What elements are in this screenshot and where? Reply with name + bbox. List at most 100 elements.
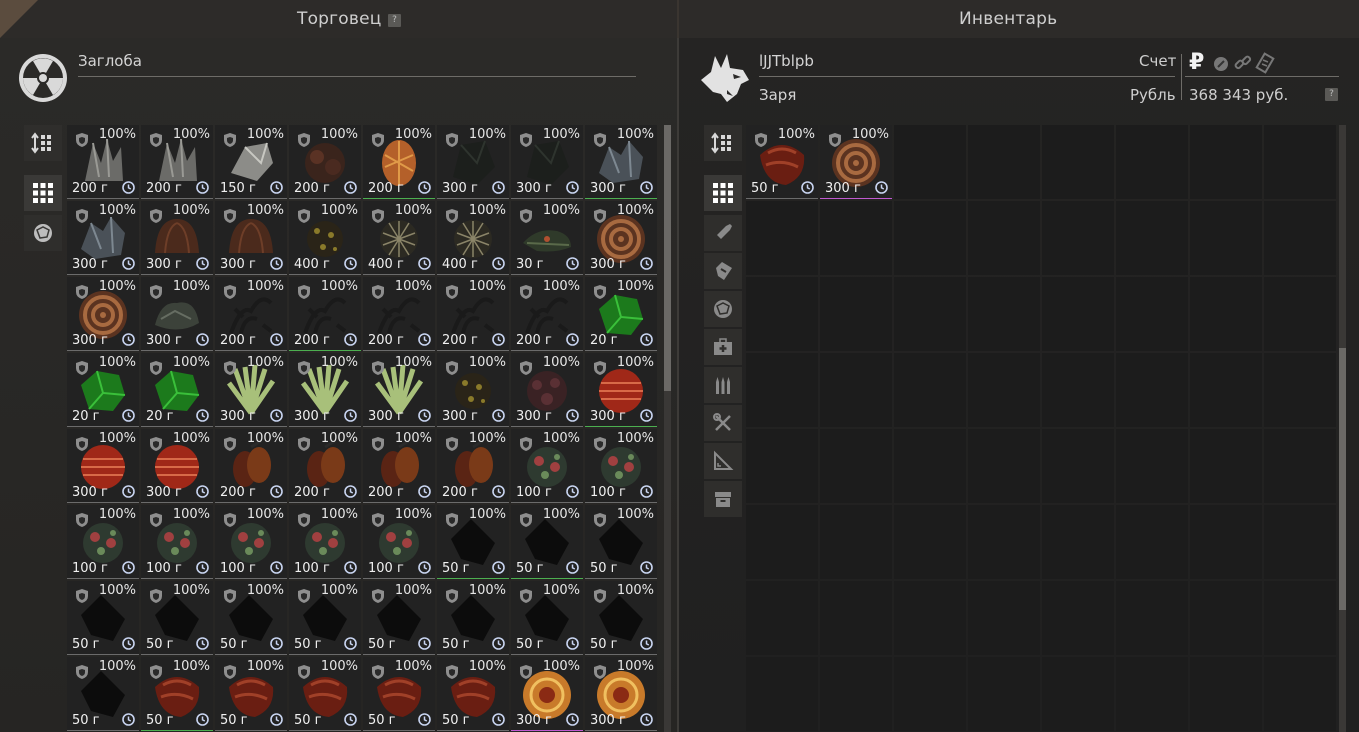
item-slot[interactable]: 100% 200 г (289, 429, 361, 503)
empty-slot[interactable] (1264, 125, 1336, 199)
item-slot[interactable]: 100% 50 г (141, 581, 213, 655)
empty-slot[interactable] (894, 125, 966, 199)
item-slot[interactable]: 100% 400 г (437, 201, 509, 275)
empty-slot[interactable] (968, 581, 1040, 655)
inv-filter-ammo-button[interactable] (704, 367, 742, 403)
inv-filter-blueprints-button[interactable] (704, 443, 742, 479)
empty-slot[interactable] (1264, 353, 1336, 427)
empty-slot[interactable] (1116, 505, 1188, 579)
item-slot[interactable]: 100% 300 г (67, 429, 139, 503)
item-slot[interactable]: 100% 200 г (215, 277, 287, 351)
item-slot[interactable]: 100% 300 г (585, 125, 657, 199)
empty-slot[interactable] (1042, 201, 1114, 275)
inventory-help-button[interactable]: ? (1325, 88, 1338, 101)
empty-slot[interactable] (1190, 277, 1262, 351)
empty-slot[interactable] (894, 505, 966, 579)
item-slot[interactable]: 100% 50 г (289, 657, 361, 731)
item-slot[interactable]: 100% 300 г (215, 353, 287, 427)
empty-slot[interactable] (1190, 657, 1262, 731)
empty-slot[interactable] (968, 505, 1040, 579)
empty-slot[interactable] (746, 581, 818, 655)
item-slot[interactable]: 100% 300 г (511, 657, 583, 731)
item-slot[interactable]: 100% 50 г (437, 505, 509, 579)
empty-slot[interactable] (894, 277, 966, 351)
empty-slot[interactable] (1190, 353, 1262, 427)
empty-slot[interactable] (1264, 429, 1336, 503)
empty-slot[interactable] (1190, 429, 1262, 503)
empty-slot[interactable] (1264, 581, 1336, 655)
item-slot[interactable]: 100% 200 г (363, 429, 435, 503)
item-slot[interactable]: 100% 100 г (141, 505, 213, 579)
filter-artifacts-button[interactable] (24, 215, 62, 251)
inv-filter-armor-button[interactable] (704, 253, 742, 289)
item-slot[interactable]: 100% 200 г (289, 125, 361, 199)
item-slot[interactable]: 100% 50 г (585, 581, 657, 655)
chain-currency-icon[interactable] (1233, 53, 1253, 77)
empty-slot[interactable] (1042, 657, 1114, 731)
item-slot[interactable]: 100% 50 г (215, 581, 287, 655)
empty-slot[interactable] (894, 581, 966, 655)
item-slot[interactable]: 100% 50 г (67, 657, 139, 731)
filter-all-button[interactable] (24, 175, 62, 211)
item-slot[interactable]: 100% 50 г (437, 657, 509, 731)
empty-slot[interactable] (968, 657, 1040, 731)
coin-currency-icon[interactable] (1213, 56, 1229, 76)
inventory-scrollbar-thumb[interactable] (1339, 348, 1346, 610)
item-slot[interactable]: 100% 20 г (67, 353, 139, 427)
inv-filter-tools-button[interactable] (704, 405, 742, 441)
inv-filter-all-button[interactable] (704, 175, 742, 211)
empty-slot[interactable] (1264, 657, 1336, 731)
empty-slot[interactable] (1190, 505, 1262, 579)
empty-slot[interactable] (1042, 429, 1114, 503)
item-slot[interactable]: 100% 50 г (746, 125, 818, 199)
empty-slot[interactable] (968, 353, 1040, 427)
item-slot[interactable]: 100% 50 г (67, 581, 139, 655)
empty-slot[interactable] (746, 201, 818, 275)
item-slot[interactable]: 100% 300 г (289, 353, 361, 427)
item-slot[interactable]: 100% 300 г (585, 657, 657, 731)
item-slot[interactable]: 100% 400 г (289, 201, 361, 275)
inv-filter-misc-button[interactable] (704, 481, 742, 517)
item-slot[interactable]: 100% 300 г (363, 353, 435, 427)
item-slot[interactable]: 100% 50 г (363, 657, 435, 731)
item-slot[interactable]: 100% 50 г (215, 657, 287, 731)
ruble-currency-icon[interactable]: ₽ (1189, 50, 1204, 75)
item-slot[interactable]: 100% 200 г (289, 277, 361, 351)
item-slot[interactable]: 100% 300 г (511, 353, 583, 427)
item-slot[interactable]: 100% 200 г (141, 125, 213, 199)
empty-slot[interactable] (1190, 201, 1262, 275)
empty-slot[interactable] (746, 353, 818, 427)
item-slot[interactable]: 100% 200 г (215, 429, 287, 503)
empty-slot[interactable] (1116, 277, 1188, 351)
empty-slot[interactable] (1116, 581, 1188, 655)
empty-slot[interactable] (1264, 201, 1336, 275)
item-slot[interactable]: 100% 200 г (363, 125, 435, 199)
empty-slot[interactable] (746, 657, 818, 731)
item-slot[interactable]: 100% 300 г (67, 277, 139, 351)
item-slot[interactable]: 100% 300 г (585, 201, 657, 275)
item-slot[interactable]: 100% 50 г (511, 581, 583, 655)
inv-sort-button[interactable] (704, 125, 742, 161)
empty-slot[interactable] (1116, 353, 1188, 427)
item-slot[interactable]: 100% 50 г (363, 581, 435, 655)
empty-slot[interactable] (1116, 429, 1188, 503)
empty-slot[interactable] (820, 201, 892, 275)
empty-slot[interactable] (820, 277, 892, 351)
empty-slot[interactable] (894, 201, 966, 275)
item-slot[interactable]: 100% 50 г (289, 581, 361, 655)
empty-slot[interactable] (1042, 125, 1114, 199)
item-slot[interactable]: 100% 200 г (437, 277, 509, 351)
empty-slot[interactable] (1264, 277, 1336, 351)
empty-slot[interactable] (968, 125, 1040, 199)
item-slot[interactable]: 100% 200 г (363, 277, 435, 351)
item-slot[interactable]: 100% 100 г (585, 429, 657, 503)
empty-slot[interactable] (1264, 505, 1336, 579)
inv-filter-weapons-button[interactable] (704, 215, 742, 251)
empty-slot[interactable] (1116, 657, 1188, 731)
item-slot[interactable]: 100% 100 г (511, 429, 583, 503)
item-slot[interactable]: 100% 50 г (585, 505, 657, 579)
empty-slot[interactable] (1190, 581, 1262, 655)
item-slot[interactable]: 100% 50 г (437, 581, 509, 655)
empty-slot[interactable] (968, 429, 1040, 503)
item-slot[interactable]: 100% 50 г (511, 505, 583, 579)
